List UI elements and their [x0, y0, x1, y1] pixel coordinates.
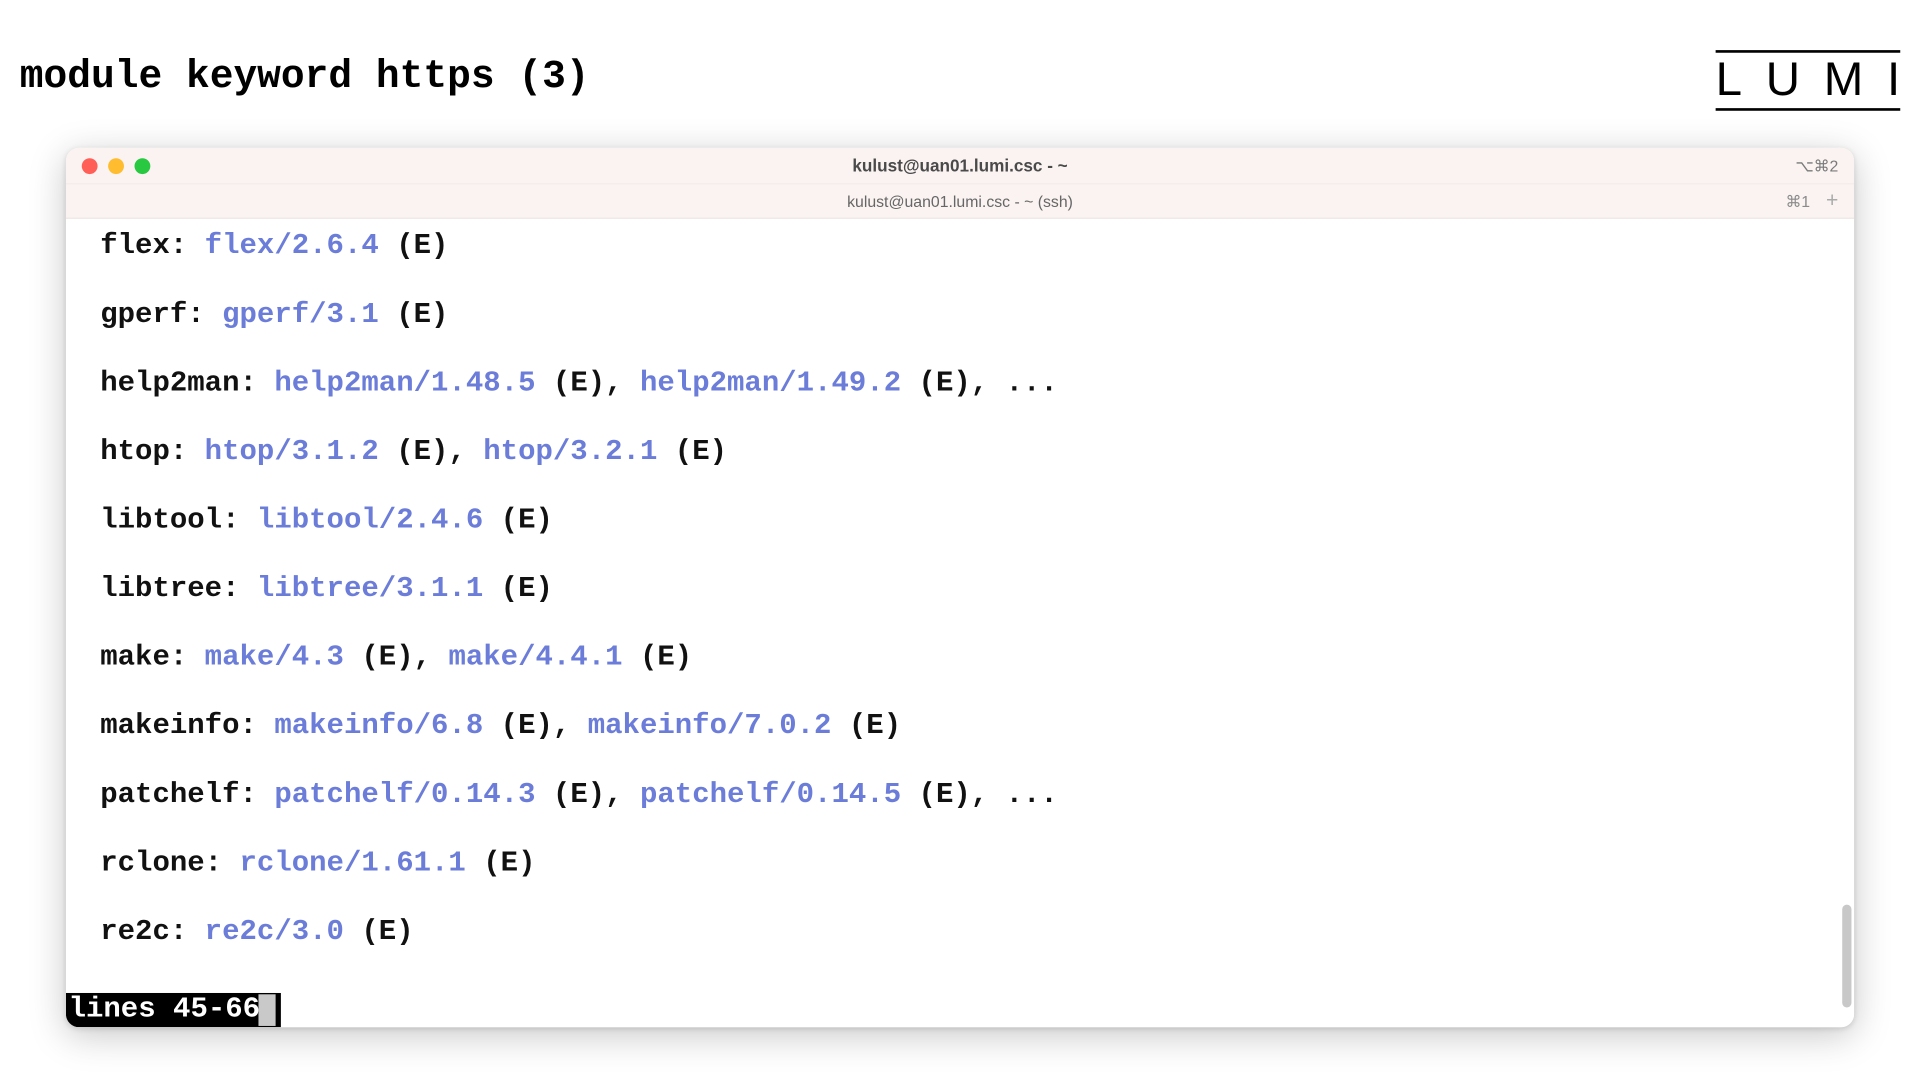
terminal-line: make: make/4.3 (E), make/4.4.1 (E)	[100, 641, 1854, 675]
module-version: help2man/1.49.2	[640, 367, 901, 400]
module-version: flex/2.6.4	[205, 229, 379, 262]
module-version: libtool/2.4.6	[257, 504, 483, 537]
window-title: kulust@uan01.lumi.csc - ~	[66, 156, 1854, 176]
module-key: help2man:	[100, 367, 274, 400]
module-version: rclone/1.61.1	[240, 847, 466, 880]
module-version: htop/3.2.1	[483, 435, 657, 468]
blank-line	[100, 675, 1854, 709]
terminal-line: libtree: libtree/3.1.1 (E)	[100, 572, 1854, 606]
module-version: make/4.4.1	[448, 641, 622, 674]
module-flag: (E)	[379, 229, 449, 262]
module-flag: (E)	[535, 367, 605, 400]
terminal-output[interactable]: flex: flex/2.6.4 (E)gperf: gperf/3.1 (E)…	[66, 219, 1854, 1027]
module-flag: (E)	[344, 915, 414, 948]
terminal-window: kulust@uan01.lumi.csc - ~ ⌥⌘2 kulust@uan…	[66, 148, 1854, 1028]
module-flag: (E)	[535, 778, 605, 811]
ellipsis: , ...	[971, 367, 1058, 400]
terminal-line: flex: flex/2.6.4 (E)	[100, 229, 1854, 263]
module-version: gperf/3.1	[222, 298, 379, 331]
module-version: htop/3.1.2	[205, 435, 379, 468]
module-flag: (E)	[344, 641, 414, 674]
slide: module keyword https (3) LUMI kulust@uan…	[0, 0, 1920, 1080]
module-key: flex:	[100, 229, 204, 262]
minimize-icon[interactable]	[108, 158, 124, 174]
module-key: patchelf:	[100, 778, 274, 811]
window-shortcut-hint: ⌥⌘2	[1795, 156, 1838, 174]
terminal-line: htop: htop/3.1.2 (E), htop/3.2.1 (E)	[100, 435, 1854, 469]
blank-line	[100, 744, 1854, 778]
terminal-line: patchelf: patchelf/0.14.3 (E), patchelf/…	[100, 778, 1854, 812]
scrollbar-thumb[interactable]	[1842, 905, 1851, 1008]
module-key: libtree:	[100, 572, 257, 605]
module-version: re2c/3.0	[205, 915, 344, 948]
terminal-line: help2man: help2man/1.48.5 (E), help2man/…	[100, 367, 1854, 401]
module-key: rclone:	[100, 847, 239, 880]
module-key: makeinfo:	[100, 709, 274, 742]
blank-line	[100, 607, 1854, 641]
terminal-line: libtool: libtool/2.4.6 (E)	[100, 504, 1854, 538]
module-version: makeinfo/7.0.2	[588, 709, 832, 742]
add-tab-button[interactable]: +	[1821, 189, 1844, 213]
module-version: patchelf/0.14.3	[274, 778, 535, 811]
maximize-icon[interactable]	[135, 158, 151, 174]
module-flag: (E)	[379, 298, 449, 331]
module-key: make:	[100, 641, 204, 674]
module-key: htop:	[100, 435, 204, 468]
module-flag: (E)	[623, 641, 693, 674]
module-flag: (E)	[483, 709, 553, 742]
blank-line	[100, 881, 1854, 915]
module-flag: (E)	[466, 847, 536, 880]
cursor-icon	[259, 994, 276, 1026]
blank-line	[100, 469, 1854, 503]
terminal-line: re2c: re2c/3.0 (E)	[100, 915, 1854, 949]
terminal-line: gperf: gperf/3.1 (E)	[100, 298, 1854, 332]
module-version: patchelf/0.14.5	[640, 778, 901, 811]
tab-shortcut-hint: ⌘1	[1785, 192, 1810, 210]
terminal-line: makeinfo: makeinfo/6.8 (E), makeinfo/7.0…	[100, 709, 1854, 743]
module-version: libtree/3.1.1	[257, 572, 483, 605]
module-flag: (E)	[483, 504, 553, 537]
module-version: makeinfo/6.8	[274, 709, 483, 742]
blank-line	[100, 264, 1854, 298]
slide-title: module keyword https (3)	[20, 55, 590, 100]
module-flag: (E)	[379, 435, 449, 468]
terminal-line: rclone: rclone/1.61.1 (E)	[100, 847, 1854, 881]
module-flag: (E)	[483, 572, 553, 605]
tab-title[interactable]: kulust@uan01.lumi.csc - ~ (ssh)	[66, 192, 1854, 210]
module-key: re2c:	[100, 915, 204, 948]
blank-line	[100, 538, 1854, 572]
close-icon[interactable]	[82, 158, 98, 174]
module-flag: (E)	[657, 435, 727, 468]
window-titlebar: kulust@uan01.lumi.csc - ~ ⌥⌘2	[66, 148, 1854, 185]
lumi-logo: LUMI	[1716, 50, 1901, 111]
pager-status: lines 45-66	[66, 993, 281, 1027]
blank-line	[100, 401, 1854, 435]
ellipsis: , ...	[971, 778, 1058, 811]
module-key: gperf:	[100, 298, 222, 331]
blank-line	[100, 332, 1854, 366]
traffic-lights	[82, 158, 151, 174]
module-flag: (E)	[901, 367, 971, 400]
module-flag: (E)	[831, 709, 901, 742]
module-key: libtool:	[100, 504, 257, 537]
module-version: make/4.3	[205, 641, 344, 674]
blank-line	[100, 812, 1854, 846]
tab-bar: kulust@uan01.lumi.csc - ~ (ssh) ⌘1 +	[66, 185, 1854, 219]
module-version: help2man/1.48.5	[274, 367, 535, 400]
module-flag: (E)	[901, 778, 971, 811]
